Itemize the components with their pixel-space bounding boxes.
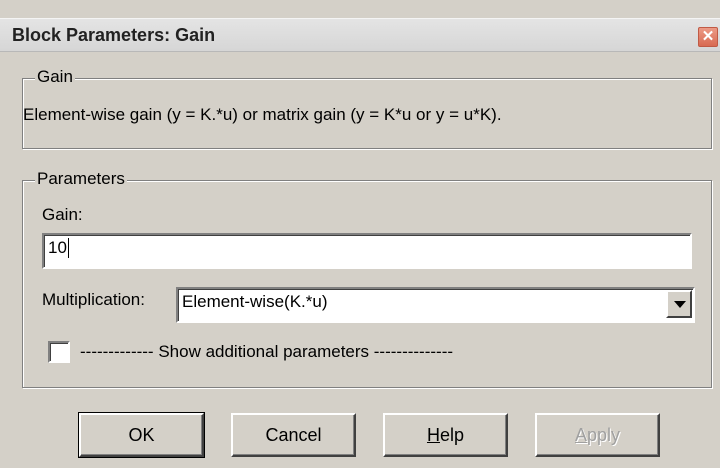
dropdown-button[interactable] (666, 290, 692, 318)
close-icon: ✕ (701, 28, 715, 45)
apply-button[interactable]: Apply (535, 413, 660, 457)
apply-button-label: pply (586, 425, 621, 445)
title-bar[interactable]: Block Parameters: Gain ✕ (0, 18, 720, 52)
multiplication-selected-value: Element-wise(K.*u) (182, 292, 328, 311)
apply-button-mnemonic: A (574, 425, 587, 445)
block-parameters-dialog: Block Parameters: Gain ✕ Gain Element-wi… (0, 0, 720, 468)
multiplication-select[interactable]: Element-wise(K.*u) (176, 287, 695, 323)
gain-description: Element-wise gain (y = K.*u) or matrix g… (23, 105, 502, 124)
show-additional-checkbox[interactable] (48, 341, 70, 363)
chevron-down-icon (674, 301, 686, 308)
window-title: Block Parameters: Gain (12, 25, 216, 45)
help-button-label: elp (439, 425, 465, 445)
help-button[interactable]: Help (383, 413, 508, 457)
close-button[interactable]: ✕ (698, 27, 718, 47)
ok-button-label: OK (128, 425, 155, 445)
gain-label: Gain: (42, 205, 83, 224)
gain-input-value: 10 (48, 238, 69, 258)
multiplication-label: Multiplication: (42, 290, 145, 309)
gain-group-legend: Gain (35, 67, 75, 87)
show-additional-label: ------------- Show additional parameters… (80, 342, 454, 361)
gain-input[interactable]: 10 (42, 233, 692, 269)
ok-button[interactable]: OK (78, 412, 205, 458)
cancel-button-label: Cancel (265, 425, 322, 445)
cancel-button[interactable]: Cancel (231, 413, 356, 457)
help-button-mnemonic: H (426, 425, 440, 445)
parameters-group-legend: Parameters (35, 169, 127, 189)
